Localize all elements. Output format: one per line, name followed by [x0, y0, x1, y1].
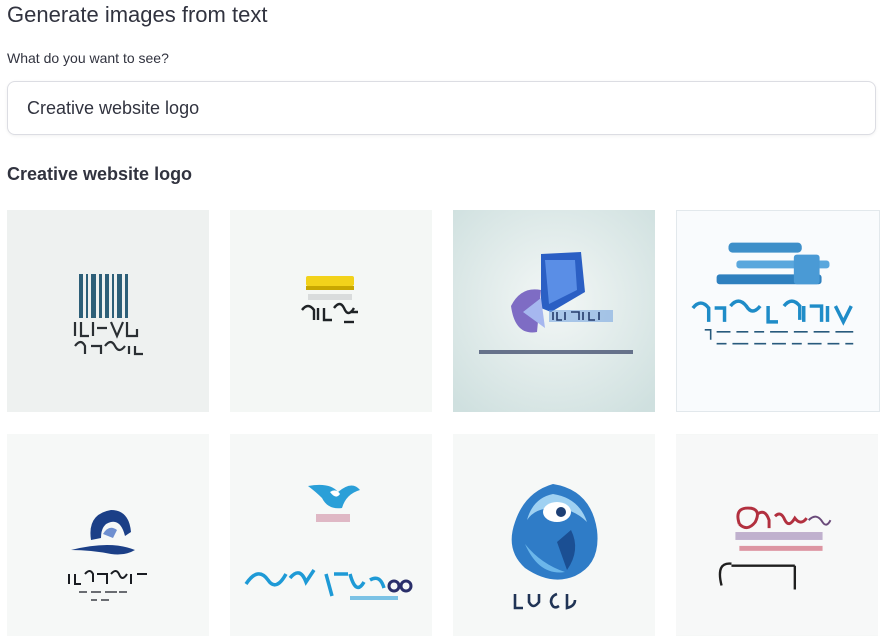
- generated-image-5[interactable]: [7, 434, 209, 636]
- prompt-field[interactable]: [7, 81, 876, 135]
- generated-image-3[interactable]: [453, 210, 655, 412]
- generated-image-4[interactable]: [676, 210, 880, 412]
- prompt-input[interactable]: [8, 82, 875, 134]
- generated-image-7[interactable]: [453, 434, 655, 636]
- generated-image-8[interactable]: [676, 434, 878, 636]
- generated-image-2[interactable]: [230, 210, 432, 412]
- generated-image-4-art: [677, 211, 879, 411]
- generated-image-8-art: [676, 434, 878, 636]
- generated-image-5-art: [7, 434, 209, 636]
- generated-image-3-art: [453, 210, 655, 412]
- generated-image-6-art: [230, 434, 432, 636]
- prompt-label: What do you want to see?: [7, 50, 169, 66]
- generated-image-7-art: [453, 434, 655, 636]
- generated-image-1-art: [7, 210, 209, 412]
- image-grid: [7, 210, 880, 636]
- results-title: Creative website logo: [7, 164, 193, 184]
- generated-image-1[interactable]: [7, 210, 209, 412]
- generated-image-6[interactable]: [230, 434, 432, 636]
- generated-image-2-art: [230, 210, 432, 412]
- page-title: Generate images from text: [7, 2, 268, 27]
